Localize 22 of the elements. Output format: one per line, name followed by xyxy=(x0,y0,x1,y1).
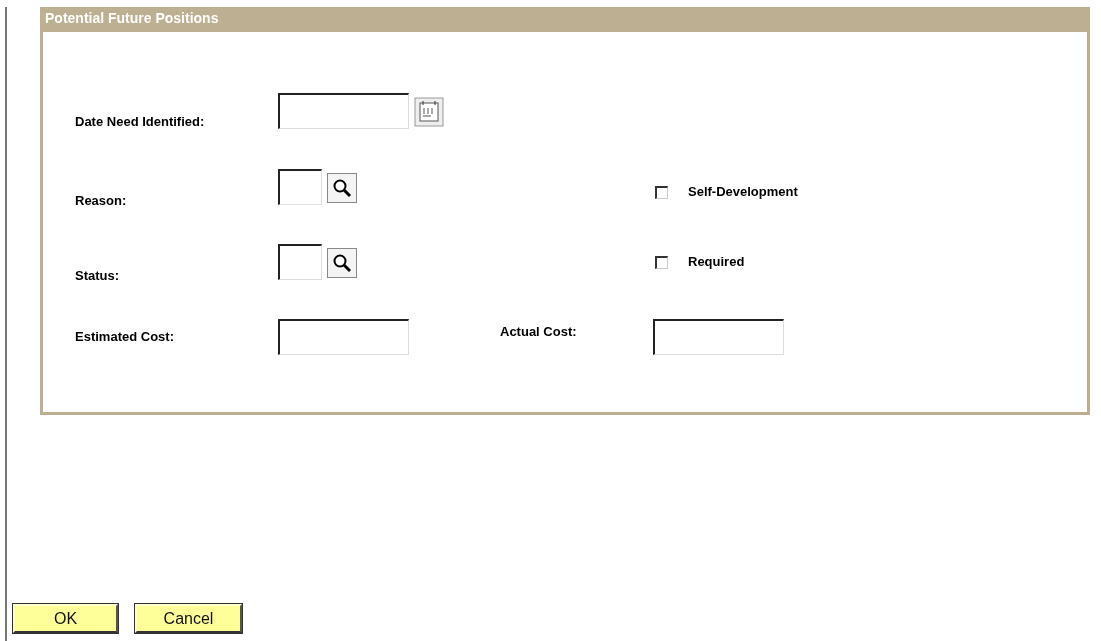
date-field[interactable] xyxy=(278,93,409,129)
checkbox[interactable] xyxy=(655,255,668,269)
search-icon xyxy=(332,253,352,273)
lookup-button[interactable] xyxy=(327,173,357,203)
field-label: Actual Cost: xyxy=(500,323,578,341)
search-icon xyxy=(332,178,352,198)
lookup-button[interactable] xyxy=(327,248,357,278)
field-label: Status: xyxy=(75,267,121,280)
ok-button[interactable]: OK xyxy=(13,604,118,633)
code-field[interactable] xyxy=(278,169,322,205)
checkbox-label: Self-Development xyxy=(688,183,798,202)
checkbox-label: Required xyxy=(688,253,745,272)
cost-field[interactable] xyxy=(653,319,784,355)
field-label: Date Need Identified: xyxy=(75,113,206,131)
calendar-icon[interactable] xyxy=(414,97,444,127)
cancel-button[interactable]: Cancel xyxy=(135,604,242,633)
field-label: Reason: xyxy=(75,192,128,205)
code-field[interactable] xyxy=(278,244,322,280)
field-label: Estimated Cost: xyxy=(75,328,175,346)
cost-field[interactable] xyxy=(278,319,409,355)
section-title: Potential Future Positions xyxy=(43,7,1087,32)
checkbox[interactable] xyxy=(655,185,668,199)
